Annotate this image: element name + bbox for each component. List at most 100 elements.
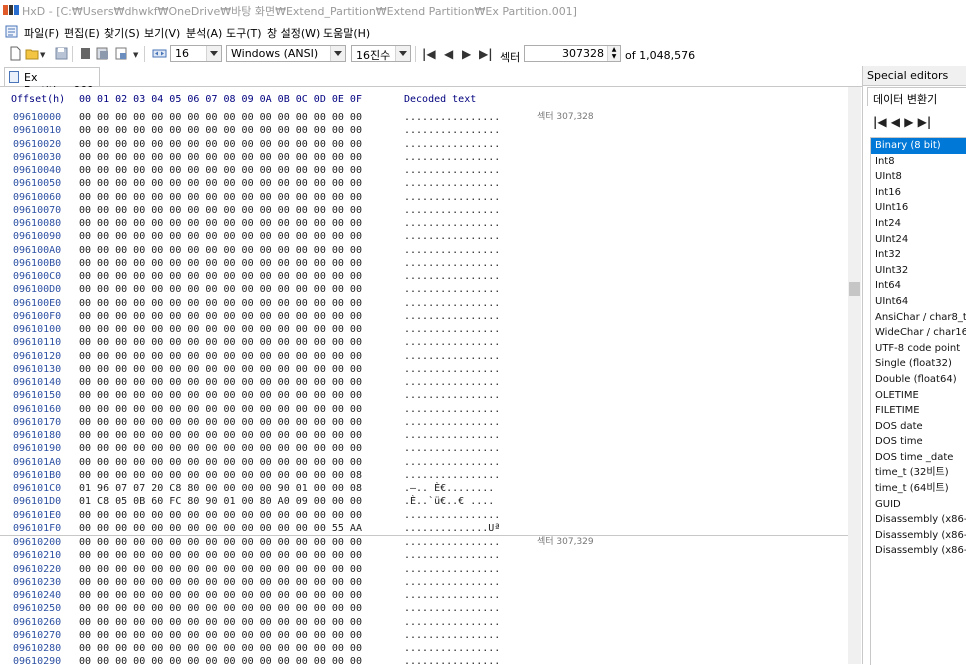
row-decoded-text[interactable]: ................ — [404, 655, 500, 664]
hex-editor-view[interactable]: Offset(h) 00 01 02 03 04 05 06 07 08 09 … — [0, 87, 848, 664]
hex-row[interactable]: 09610170 00 00 00 00 00 00 00 00 00 00 00… — [0, 416, 848, 429]
row-decoded-text[interactable]: ................ — [404, 509, 500, 522]
hex-row[interactable]: 09610070 00 00 00 00 00 00 00 00 00 00 00… — [0, 204, 848, 217]
row-decoded-text[interactable]: ................ — [404, 456, 500, 469]
row-decoded-text[interactable]: ................ — [404, 469, 500, 482]
row-decoded-text[interactable]: ................ — [404, 257, 500, 270]
row-bytes[interactable]: 00 00 00 00 00 00 00 00 00 00 00 00 00 0… — [79, 336, 362, 349]
row-decoded-text[interactable]: ................ — [404, 111, 500, 124]
row-decoded-text[interactable]: ................ — [404, 602, 500, 615]
data-type-item[interactable]: DOS date — [871, 419, 966, 435]
data-type-item[interactable]: Int16 — [871, 185, 966, 201]
data-type-item[interactable]: Double (float64) — [871, 372, 966, 388]
data-type-item[interactable]: UInt24 — [871, 232, 966, 248]
row-bytes[interactable]: 00 00 00 00 00 00 00 00 00 00 00 00 00 0… — [79, 442, 362, 455]
data-type-item[interactable]: time_t (64비트) — [871, 481, 966, 497]
bytes-per-row-select[interactable]: 16 — [170, 45, 222, 62]
data-type-item[interactable]: OLETIME — [871, 388, 966, 404]
row-decoded-text[interactable]: ................ — [404, 629, 500, 642]
properties-icon[interactable] — [95, 46, 110, 61]
hex-row[interactable]: 09610150 00 00 00 00 00 00 00 00 00 00 00… — [0, 389, 848, 402]
hex-row[interactable]: 09610080 00 00 00 00 00 00 00 00 00 00 00… — [0, 217, 848, 230]
hex-row[interactable]: 096100E0 00 00 00 00 00 00 00 00 00 00 00… — [0, 297, 848, 310]
row-decoded-text[interactable]: ................ — [404, 403, 500, 416]
last-sector-button[interactable]: ▶| — [479, 47, 493, 61]
row-bytes[interactable]: 00 00 00 00 00 00 00 00 00 00 00 00 00 0… — [79, 350, 362, 363]
row-bytes[interactable]: 00 00 00 00 00 00 00 00 00 00 00 00 00 0… — [79, 204, 362, 217]
row-bytes[interactable]: 00 00 00 00 00 00 00 00 00 00 00 00 00 0… — [79, 297, 362, 310]
row-decoded-text[interactable]: ................ — [404, 363, 500, 376]
row-decoded-text[interactable]: ................ — [404, 616, 500, 629]
row-bytes[interactable]: 00 00 00 00 00 00 00 00 00 00 00 00 00 0… — [79, 549, 362, 562]
row-bytes[interactable]: 00 00 00 00 00 00 00 00 00 00 00 00 00 0… — [79, 177, 362, 190]
hex-row[interactable]: 09610250 00 00 00 00 00 00 00 00 00 00 00… — [0, 602, 848, 615]
data-type-item[interactable]: Int8 — [871, 154, 966, 170]
hex-row[interactable]: 09610220 00 00 00 00 00 00 00 00 00 00 00… — [0, 563, 848, 576]
data-type-item[interactable]: UInt8 — [871, 169, 966, 185]
row-decoded-text[interactable]: .–.. È€........ — [404, 482, 494, 495]
row-decoded-text[interactable]: ................ — [404, 576, 500, 589]
row-decoded-text[interactable]: ................ — [404, 297, 500, 310]
row-decoded-text[interactable]: ................ — [404, 589, 500, 602]
hex-row[interactable]: 096100A0 00 00 00 00 00 00 00 00 00 00 00… — [0, 244, 848, 257]
row-bytes[interactable]: 00 00 00 00 00 00 00 00 00 00 00 00 00 0… — [79, 270, 362, 283]
row-bytes[interactable]: 00 00 00 00 00 00 00 00 00 00 00 00 00 0… — [79, 230, 362, 243]
row-decoded-text[interactable]: ................ — [404, 204, 500, 217]
open-folder-icon[interactable] — [25, 46, 40, 61]
data-type-item[interactable]: UInt32 — [871, 263, 966, 279]
hex-row[interactable]: 09610230 00 00 00 00 00 00 00 00 00 00 00… — [0, 576, 848, 589]
vertical-scrollbar[interactable] — [848, 87, 861, 664]
tab-data-inspector[interactable]: 데이터 변환기 — [867, 87, 966, 106]
hex-row[interactable]: 096101B0 00 00 00 00 00 00 00 00 00 00 00… — [0, 469, 848, 482]
hex-row[interactable]: 09610110 00 00 00 00 00 00 00 00 00 00 00… — [0, 336, 848, 349]
hex-row[interactable]: 096100F0 00 00 00 00 00 00 00 00 00 00 00… — [0, 310, 848, 323]
data-type-item[interactable]: FILETIME — [871, 403, 966, 419]
data-type-item[interactable]: Disassembly (x86-32) — [871, 528, 966, 544]
row-decoded-text[interactable]: ................ — [404, 642, 500, 655]
row-bytes[interactable]: 00 00 00 00 00 00 00 00 00 00 00 00 00 0… — [79, 642, 362, 655]
data-type-item[interactable]: Disassembly (x86-16) — [871, 512, 966, 528]
document-icon[interactable] — [5, 25, 18, 38]
data-type-item[interactable]: Single (float32) — [871, 356, 966, 372]
view-dropdown-arrow[interactable]: ▼ — [133, 51, 138, 59]
hex-row[interactable]: 09610240 00 00 00 00 00 00 00 00 00 00 00… — [0, 589, 848, 602]
row-decoded-text[interactable]: ................ — [404, 191, 500, 204]
row-decoded-text[interactable]: ................ — [404, 350, 500, 363]
row-bytes[interactable]: 00 00 00 00 00 00 00 00 00 00 00 00 00 0… — [79, 124, 362, 137]
data-type-item[interactable]: UInt64 — [871, 294, 966, 310]
row-bytes[interactable]: 00 00 00 00 00 00 00 00 00 00 00 00 00 0… — [79, 191, 362, 204]
row-bytes[interactable]: 00 00 00 00 00 00 00 00 00 00 00 00 00 0… — [79, 522, 362, 535]
view-options-icon[interactable] — [114, 46, 129, 61]
hex-row[interactable]: 09610290 00 00 00 00 00 00 00 00 00 00 00… — [0, 655, 848, 664]
hex-row[interactable]: 09610010 00 00 00 00 00 00 00 00 00 00 00… — [0, 124, 848, 137]
data-inspector-navigation[interactable]: |◀ ◀ ▶ ▶| — [873, 115, 931, 129]
row-decoded-text[interactable]: ..............Uª — [404, 522, 500, 535]
row-decoded-text[interactable]: ................ — [404, 217, 500, 230]
row-decoded-text[interactable]: ................ — [404, 549, 500, 562]
save-icon[interactable] — [54, 46, 69, 61]
data-type-item[interactable]: UInt16 — [871, 200, 966, 216]
row-bytes[interactable]: 00 00 00 00 00 00 00 00 00 00 00 00 00 0… — [79, 616, 362, 629]
row-bytes[interactable]: 01 C8 05 0B 60 FC 80 90 01 00 80 A0 09 0… — [79, 495, 362, 508]
row-bytes[interactable]: 00 00 00 00 00 00 00 00 00 00 00 00 00 0… — [79, 629, 362, 642]
data-type-item[interactable]: Binary (8 bit) — [871, 138, 966, 154]
hex-row[interactable]: 09610140 00 00 00 00 00 00 00 00 00 00 00… — [0, 376, 848, 389]
row-decoded-text[interactable]: ................ — [404, 429, 500, 442]
hex-row[interactable]: 09610060 00 00 00 00 00 00 00 00 00 00 00… — [0, 191, 848, 204]
hex-row[interactable]: 09610020 00 00 00 00 00 00 00 00 00 00 00… — [0, 138, 848, 151]
menu-analysis[interactable]: 분석(A) — [186, 25, 222, 41]
hex-row[interactable]: 09610120 00 00 00 00 00 00 00 00 00 00 00… — [0, 350, 848, 363]
row-bytes[interactable]: 00 00 00 00 00 00 00 00 00 00 00 00 00 0… — [79, 217, 362, 230]
row-bytes[interactable]: 00 00 00 00 00 00 00 00 00 00 00 00 00 0… — [79, 164, 362, 177]
data-type-item[interactable]: WideChar / char16_t — [871, 325, 966, 341]
row-decoded-text[interactable]: ................ — [404, 244, 500, 257]
menu-help[interactable]: 도움말(H) — [323, 25, 370, 41]
hex-row[interactable]: 09610200 00 00 00 00 00 00 00 00 00 00 00… — [0, 535, 848, 549]
hex-row[interactable]: 096100D0 00 00 00 00 00 00 00 00 00 00 00… — [0, 283, 848, 296]
row-decoded-text[interactable]: ................ — [404, 389, 500, 402]
row-decoded-text[interactable]: ................ — [404, 310, 500, 323]
hex-row[interactable]: 09610050 00 00 00 00 00 00 00 00 00 00 00… — [0, 177, 848, 190]
row-bytes[interactable]: 00 00 00 00 00 00 00 00 00 00 00 00 00 0… — [79, 655, 362, 664]
hex-row[interactable]: 09610190 00 00 00 00 00 00 00 00 00 00 00… — [0, 442, 848, 455]
hex-row[interactable]: 09610040 00 00 00 00 00 00 00 00 00 00 00… — [0, 164, 848, 177]
